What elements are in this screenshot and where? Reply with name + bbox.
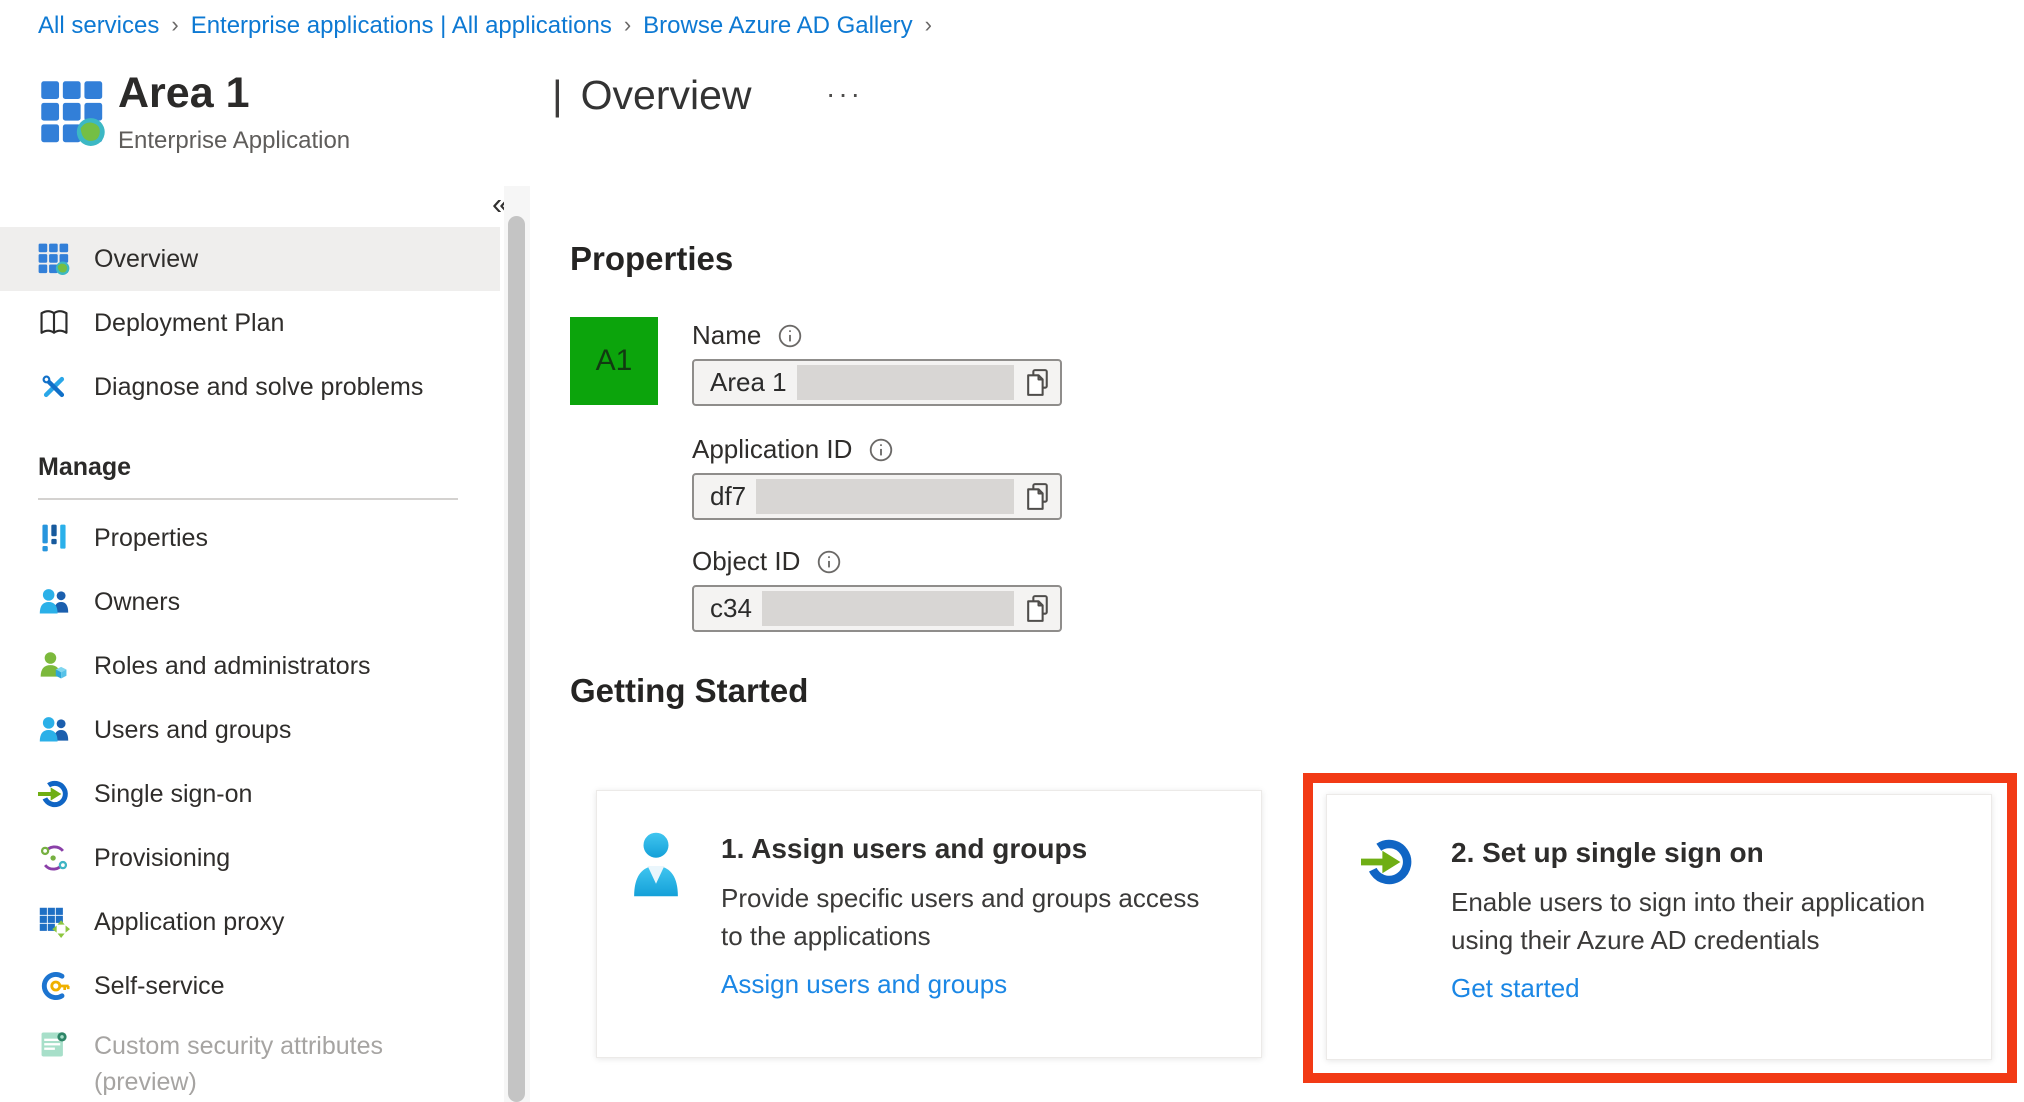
sidebar-item-label: Single sign-on xyxy=(94,779,253,808)
sidebar-item-diagnose[interactable]: Diagnose and solve problems xyxy=(0,355,500,419)
people-icon xyxy=(39,589,69,614)
sidebar-section-manage: Manage xyxy=(38,453,132,481)
redaction-bar xyxy=(756,479,1014,514)
sidebar-item-label: Roles and administrators xyxy=(94,651,371,680)
info-icon[interactable] xyxy=(816,549,842,575)
breadcrumb: All services › Enterprise applications |… xyxy=(38,12,932,40)
breadcrumb-browse-gallery[interactable]: Browse Azure AD Gallery xyxy=(643,12,912,40)
highlight-annotation: 2. Set up single sign on Enable users to… xyxy=(1303,773,2017,1083)
application-id-label: Application ID xyxy=(692,434,853,464)
sidebar-item-users-groups[interactable]: Users and groups xyxy=(0,698,500,762)
sidebar-item-deployment-plan[interactable]: Deployment Plan xyxy=(0,291,500,355)
breadcrumb-enterprise-applications[interactable]: Enterprise applications | All applicatio… xyxy=(191,12,612,40)
app-avatar: A1 xyxy=(570,317,658,405)
sidebar-item-label: Deployment Plan xyxy=(94,308,285,337)
sidebar-item-label: Application proxy xyxy=(94,907,285,936)
name-label: Name xyxy=(692,320,762,350)
sliders-icon xyxy=(42,524,66,552)
properties-heading: Properties xyxy=(570,240,734,277)
sidebar-item-application-proxy[interactable]: Application proxy xyxy=(0,890,500,954)
object-id-field[interactable]: c34 xyxy=(692,585,1062,632)
sidebar-item-overview[interactable]: Overview xyxy=(0,227,500,291)
sidebar: Overview Deployment Plan Diagnose and so… xyxy=(0,227,500,1100)
page-title: Area 1 xyxy=(118,69,250,117)
chevron-right-icon: › xyxy=(924,12,932,37)
sidebar-item-label: Users and groups xyxy=(94,715,292,744)
card-title: 2. Set up single sign on xyxy=(1451,837,1764,868)
card-assign-users-groups: 1. Assign users and groups Provide speci… xyxy=(596,790,1262,1058)
name-field[interactable]: Area 1 xyxy=(692,359,1062,406)
info-icon[interactable] xyxy=(868,437,894,463)
application-id-label-row: Application ID xyxy=(692,434,894,465)
title-separator: | xyxy=(552,72,563,118)
sso-icon xyxy=(38,780,68,808)
sidebar-item-label: Self-service xyxy=(94,971,225,1000)
sidebar-item-owners[interactable]: Owners xyxy=(0,570,500,634)
sidebar-item-single-sign-on[interactable]: Single sign-on xyxy=(0,762,500,826)
breadcrumb-all-services[interactable]: All services xyxy=(38,12,159,40)
object-id-label-row: Object ID xyxy=(692,546,842,577)
name-value: Area 1 xyxy=(710,367,787,397)
grid-arrows-icon xyxy=(39,907,70,938)
sidebar-item-properties[interactable]: Properties xyxy=(0,506,500,570)
assign-users-groups-link[interactable]: Assign users and groups xyxy=(721,969,1007,1000)
sync-icon xyxy=(40,845,68,871)
person-icon xyxy=(634,832,678,897)
sidebar-item-label: Diagnose and solve problems xyxy=(94,372,424,401)
person-cube-icon xyxy=(40,652,67,679)
sso-arrow-icon xyxy=(1361,839,1412,885)
book-icon xyxy=(40,310,68,334)
sidebar-item-label: Properties xyxy=(94,523,208,552)
app-grid-globe-icon xyxy=(38,243,70,275)
sidebar-item-label: Owners xyxy=(94,587,181,616)
application-id-field[interactable]: df7 xyxy=(692,473,1062,520)
getting-started-heading: Getting Started xyxy=(570,672,809,709)
sidebar-item-label: Custom security attributes (preview) xyxy=(94,1032,383,1096)
tools-icon xyxy=(42,375,65,398)
sidebar-item-roles-administrators[interactable]: Roles and administrators xyxy=(0,634,500,698)
chevron-right-icon: › xyxy=(171,12,179,37)
blade-title-label: Overview xyxy=(580,72,752,118)
sidebar-item-label: Provisioning xyxy=(94,843,231,872)
info-icon[interactable] xyxy=(777,323,803,349)
copy-icon[interactable] xyxy=(1022,480,1055,513)
object-id-label: Object ID xyxy=(692,546,801,576)
name-label-row: Name xyxy=(692,320,803,351)
more-options-icon[interactable]: ··· xyxy=(826,78,863,110)
document-gear-icon xyxy=(41,1032,67,1057)
card-description: Enable users to sign into their applicat… xyxy=(1451,887,1926,955)
redaction-bar xyxy=(761,591,1014,626)
card-title: 1. Assign users and groups xyxy=(721,833,1088,864)
object-id-value: c34 xyxy=(710,593,752,623)
sidebar-item-custom-security-attributes[interactable]: Custom security attributes (preview) xyxy=(0,1018,500,1100)
get-started-link[interactable]: Get started xyxy=(1451,973,1580,1004)
chevron-right-icon: › xyxy=(623,12,632,37)
copy-icon[interactable] xyxy=(1022,366,1055,399)
application-id-value: df7 xyxy=(710,481,747,511)
app-grid-globe-icon xyxy=(41,81,105,146)
blade-title: | Overview xyxy=(552,72,752,119)
card-set-up-sso: 2. Set up single sign on Enable users to… xyxy=(1326,794,1992,1060)
page-header: Area 1 Enterprise Application xyxy=(118,69,351,155)
ring-key-icon xyxy=(41,972,70,1000)
card-description: Provide specific users and groups access… xyxy=(721,883,1200,951)
sidebar-item-provisioning[interactable]: Provisioning xyxy=(0,826,500,890)
sidebar-item-self-service[interactable]: Self-service xyxy=(0,954,500,1018)
redaction-bar xyxy=(796,365,1014,400)
page-subtitle: Enterprise Application xyxy=(118,127,351,155)
sidebar-divider xyxy=(38,498,458,500)
scrollbar-thumb[interactable] xyxy=(508,216,525,1102)
copy-icon[interactable] xyxy=(1022,592,1055,625)
people-icon xyxy=(39,717,69,742)
sidebar-item-label: Overview xyxy=(94,244,199,273)
